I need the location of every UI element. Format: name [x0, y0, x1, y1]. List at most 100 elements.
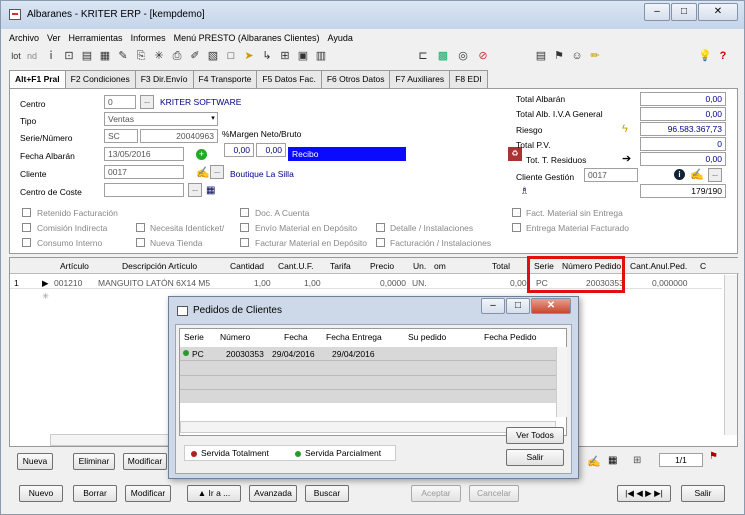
chk-comision[interactable]	[22, 223, 31, 232]
col-c[interactable]: C	[700, 261, 706, 271]
col-om[interactable]: om	[434, 261, 446, 271]
dcol-fecha[interactable]: Fecha	[284, 332, 308, 342]
menu-herramientas[interactable]: Herramientas	[69, 33, 123, 43]
pencil2-icon[interactable]: ✍	[690, 168, 704, 181]
tab-transporte[interactable]: F4 Transporte	[192, 70, 258, 88]
numero-field[interactable]: 20040963	[140, 129, 218, 143]
grid-icon[interactable]: ▦	[608, 455, 617, 466]
dcol-serie[interactable]: Serie	[184, 332, 204, 342]
target-icon[interactable]: ◎	[455, 48, 471, 64]
aceptar-button[interactable]: Aceptar	[411, 485, 461, 502]
dialog-close-button[interactable]: ✕	[531, 298, 571, 314]
dialog-maximize-button[interactable]: □	[506, 298, 530, 314]
margen-neto-field[interactable]: 0,00	[224, 143, 254, 157]
no-entry-icon[interactable]: ⊘	[475, 48, 491, 64]
cell-anul[interactable]: 0,000000	[652, 278, 687, 288]
chart-icon[interactable]: ✐	[187, 48, 203, 64]
id-icon[interactable]: ⊡	[61, 48, 77, 64]
pin-icon[interactable]: ➤	[241, 48, 257, 64]
cancelar-button[interactable]: Cancelar	[469, 485, 519, 502]
pencil-icon[interactable]: ✍	[196, 166, 210, 179]
dcol-su-pedido[interactable]: Su pedido	[408, 332, 446, 342]
chk-consumo[interactable]	[22, 238, 31, 247]
nuevo-button[interactable]: Nuevo	[19, 485, 63, 502]
lightning-icon[interactable]: ϟ	[622, 123, 628, 135]
col-descripcion[interactable]: Descripción Artículo	[122, 261, 197, 271]
magic-icon[interactable]: ✎	[115, 48, 131, 64]
centro-code-field[interactable]: 0	[104, 95, 136, 109]
tab-condiciones[interactable]: F2 Condiciones	[64, 70, 136, 88]
chevron-down-icon[interactable]: ▾	[206, 113, 220, 127]
calendar-icon[interactable]: ▦	[206, 185, 215, 196]
printer-icon[interactable]: ⎙	[169, 48, 185, 64]
nd-icon[interactable]: nd	[25, 48, 39, 64]
dialog-minimize-button[interactable]: –	[481, 298, 505, 314]
col-cant-anul[interactable]: Cant.Anul.Ped.	[630, 261, 687, 271]
chk-facturacion-inst[interactable]	[376, 238, 385, 247]
minimize-button[interactable]: –	[644, 3, 670, 21]
dcol-fecha-entrega[interactable]: Fecha Entrega	[326, 332, 382, 342]
grid-vscrollbar[interactable]	[724, 275, 737, 435]
folder-icon[interactable]: ✏	[587, 48, 603, 64]
col-cantidad[interactable]: Cantidad	[230, 261, 264, 271]
tipo-select[interactable]: Ventas	[104, 112, 218, 126]
arrow-icon[interactable]: ↳	[259, 48, 275, 64]
people-icon[interactable]: ♗	[520, 186, 529, 197]
grid-hscrollbar[interactable]	[50, 434, 170, 446]
screen-icon[interactable]: ⊞	[277, 48, 293, 64]
gestion-lookup-button[interactable]: ...	[708, 168, 722, 182]
add-icon[interactable]: +	[196, 149, 207, 160]
chk-doc-cuenta[interactable]	[240, 208, 249, 217]
dcol-numero[interactable]: Número	[220, 332, 250, 342]
ver-todos-button[interactable]: Ver Todos	[506, 427, 564, 444]
menu-ayuda[interactable]: Ayuda	[327, 33, 352, 43]
serie-field[interactable]: SC	[104, 129, 138, 143]
cliente-lookup-button[interactable]: ...	[210, 165, 224, 179]
map-icon[interactable]: ☺	[569, 48, 585, 64]
tab-edi[interactable]: F8 EDI	[449, 70, 488, 88]
close-button[interactable]: ✕	[698, 3, 738, 21]
chk-identicket[interactable]	[136, 223, 145, 232]
menu-ver[interactable]: Ver	[47, 33, 61, 43]
tab-otros-datos[interactable]: F6 Otros Datos	[320, 70, 391, 88]
eliminar-line-button[interactable]: Eliminar	[73, 453, 115, 470]
ir-a-button[interactable]: ▲ Ir a ...	[187, 485, 241, 502]
chk-nueva-tienda[interactable]	[136, 238, 145, 247]
recibo-field[interactable]: Recibo	[288, 147, 406, 161]
dialog-salir-button[interactable]: Salir	[506, 449, 564, 466]
cell-articulo[interactable]: 001210	[54, 278, 82, 288]
dialog-vscrollbar[interactable]	[556, 347, 567, 417]
col-un[interactable]: Un.	[413, 261, 426, 271]
euro-icon[interactable]: ▤	[533, 48, 549, 64]
cell-descripcion[interactable]: MANGUITO LATÓN 6X14 M5	[98, 278, 210, 288]
arrow-right-icon[interactable]: ➔	[622, 152, 631, 165]
borrar-button[interactable]: Borrar	[73, 485, 117, 502]
copy-icon[interactable]: ▤	[79, 48, 95, 64]
cell-un[interactable]: UN.	[412, 278, 427, 288]
cell-precio[interactable]: 0,0000	[380, 278, 406, 288]
tab-pral[interactable]: Alt+F1 Pral	[9, 70, 66, 89]
cliente-code-field[interactable]: 0017	[104, 165, 184, 179]
buscar-button[interactable]: Buscar	[305, 485, 349, 502]
bulb-icon[interactable]: 💡	[697, 48, 713, 64]
col-articulo[interactable]: Artículo	[60, 261, 89, 271]
warehouse-icon[interactable]: ▩	[435, 48, 451, 64]
chk-retenido[interactable]	[22, 208, 31, 217]
col-cantuf[interactable]: Cant.U.F.	[278, 261, 313, 271]
flag-icon[interactable]: ⚑	[709, 451, 718, 462]
modificar-line-button[interactable]: Modificar	[123, 453, 167, 470]
chk-facturar-deposito[interactable]	[240, 238, 249, 247]
calc-icon[interactable]: ▣	[295, 48, 311, 64]
pedido-row[interactable]: PC 20030353 29/04/2016 29/04/2016	[180, 347, 556, 361]
chk-detalle[interactable]	[376, 223, 385, 232]
col-total[interactable]: Total	[492, 261, 510, 271]
menu-informes[interactable]: Informes	[131, 33, 166, 43]
menu-presto[interactable]: Menú PRESTO (Albaranes Clientes)	[174, 33, 320, 43]
chk-envio-deposito[interactable]	[240, 223, 249, 232]
print-preview-icon[interactable]: ⎘	[133, 48, 149, 64]
gestion-field[interactable]: 0017	[584, 168, 638, 182]
cell-total[interactable]: 0,00	[510, 278, 527, 288]
maximize-button[interactable]: □	[671, 3, 697, 21]
money-icon[interactable]: ⚑	[551, 48, 567, 64]
lot-icon[interactable]: lot	[9, 48, 23, 64]
